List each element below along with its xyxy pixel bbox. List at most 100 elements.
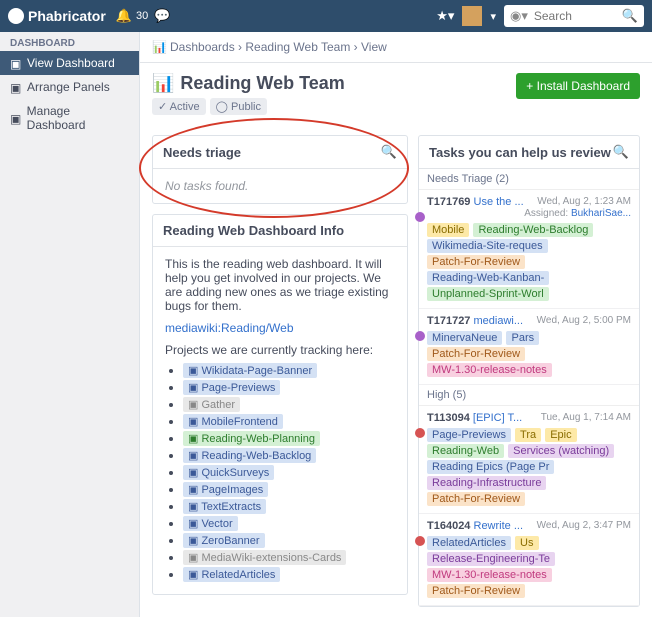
project-tag[interactable]: ▣ Reading-Web-Backlog [183, 448, 316, 463]
project-tag[interactable]: Reading-Web [427, 444, 504, 458]
phabricator-logo-icon [8, 8, 24, 24]
sidebar-item[interactable]: ▣ Arrange Panels [0, 75, 139, 99]
project-tag[interactable]: Page-Previews [427, 428, 511, 442]
search-icon[interactable]: 🔍 [381, 144, 397, 160]
list-item: ▣ Reading-Web-Planning [183, 431, 395, 446]
page-tags: ✓ Active◯ Public [152, 98, 345, 115]
task-id: T164024 [427, 520, 470, 532]
task-id: T171769 [427, 196, 470, 208]
bell-icon[interactable]: 🔔 [116, 8, 132, 24]
breadcrumb-link[interactable]: Dashboards [170, 40, 235, 54]
project-tag[interactable]: Reading-Web-Backlog [473, 223, 593, 237]
section-label: High (5) [419, 385, 639, 406]
dashboard-icon: 📊 [152, 73, 174, 94]
assignee-link[interactable]: BukhariSae... [571, 208, 631, 219]
breadcrumb-link[interactable]: Reading Web Team [245, 40, 350, 54]
project-tag[interactable]: Epic [545, 428, 576, 442]
global-search[interactable]: ◉▾ 🔍 [504, 5, 644, 27]
sidebar-header: DASHBOARD [0, 32, 139, 51]
project-tag[interactable]: Unplanned-Sprint-Worl [427, 287, 549, 301]
task-title-link[interactable]: [EPIC] T... [473, 412, 522, 424]
project-tag[interactable]: ▣ PageImages [183, 482, 268, 497]
task-item[interactable]: T113094 [EPIC] T... Tue, Aug 1, 7:14 AM Pa… [419, 406, 639, 514]
project-tag[interactable]: ▣ RelatedArticles [183, 567, 280, 582]
list-item: ▣ Reading-Web-Backlog [183, 448, 395, 463]
sidebar-item-label: Arrange Panels [27, 80, 110, 94]
project-tag[interactable]: Tra [515, 428, 541, 442]
project-tag[interactable]: ▣ MediaWiki-extensions-Cards [183, 550, 346, 565]
sidebar: DASHBOARD ▣View Dashboard▣Arrange Panels… [0, 32, 140, 617]
list-item: ▣ MobileFrontend [183, 414, 395, 429]
task-id: T113094 [427, 412, 470, 424]
task-item[interactable]: T171727 mediawi...Wed, Aug 2, 5:00 PMMin… [419, 309, 639, 385]
task-item[interactable]: T164024 Rewrite ...Wed, Aug 2, 3:47 PMRe… [419, 514, 639, 606]
brand[interactable]: Phabricator [8, 8, 106, 24]
project-tag[interactable]: Services (watching) [508, 444, 614, 458]
list-item: ▣ PageImages [183, 482, 395, 497]
main: 📊 Dashboards › Reading Web Team › View 📊… [140, 32, 652, 617]
project-tag[interactable]: Mobile [427, 223, 469, 237]
priority-bullet-icon [415, 428, 425, 438]
task-title-link[interactable]: Rewrite ... [474, 520, 524, 532]
project-tag[interactable]: Patch-For-Review [427, 584, 525, 598]
page-title: 📊 Reading Web Team [152, 73, 345, 94]
project-tag[interactable]: Wikimedia-Site-reques [427, 239, 548, 253]
project-tag[interactable]: ▣ Reading-Web-Planning [183, 431, 320, 446]
project-tag[interactable]: MW-1.30-release-notes [427, 363, 552, 377]
sidebar-item[interactable]: ▣Manage Dashboard [0, 99, 139, 137]
sidebar-item-label: Manage Dashboard [27, 104, 129, 132]
list-item: ▣ Vector [183, 516, 395, 531]
project-list: ▣ Wikidata-Page-Banner ▣ Page-Previews ▣ G… [165, 363, 395, 582]
task-title-link[interactable]: mediawi... [474, 315, 524, 327]
project-tag[interactable]: ▣ Vector [183, 516, 238, 531]
project-tag[interactable]: ▣ Gather [183, 397, 240, 412]
project-tag[interactable]: Reading-Infrastructure [427, 476, 546, 490]
project-tag[interactable]: RelatedArticles [427, 536, 511, 550]
page-header: 📊 Reading Web Team ✓ Active◯ Public + In… [140, 63, 652, 125]
task-id: T171727 [427, 315, 470, 327]
task-item[interactable]: T171769 Use the ...Wed, Aug 2, 1:23 AMAs… [419, 190, 639, 309]
install-dashboard-button[interactable]: + Install Dashboard [516, 73, 640, 99]
project-tag[interactable]: Patch-For-Review [427, 492, 525, 506]
list-item: ▣ Wikidata-Page-Banner [183, 363, 395, 378]
project-tag[interactable]: Reading Epics (Page Pr [427, 460, 554, 474]
project-tag[interactable]: MinervaNeue [427, 331, 502, 345]
search-input[interactable] [534, 9, 616, 23]
info-link[interactable]: mediawiki:Reading/Web [165, 321, 294, 335]
nav-icon: ▣ [10, 57, 22, 69]
sidebar-item[interactable]: ▣View Dashboard [0, 51, 139, 75]
project-tag[interactable]: Patch-For-Review [427, 255, 525, 269]
nav-icon: ▣ [10, 81, 22, 93]
breadcrumb-link[interactable]: View [361, 40, 387, 54]
empty-message: No tasks found. [165, 179, 248, 193]
search-icon[interactable]: 🔍 [613, 144, 629, 160]
project-tag[interactable]: ▣ Wikidata-Page-Banner [183, 363, 317, 378]
status-badge: ◯ Public [210, 98, 267, 115]
project-tag[interactable]: ▣ ZeroBanner [183, 533, 265, 548]
project-tag[interactable]: Reading-Web-Kanban- [427, 271, 549, 285]
star-icon[interactable]: ★▾ [436, 8, 454, 24]
list-item: ▣ MediaWiki-extensions-Cards [183, 550, 395, 565]
task-title-link[interactable]: Use the ... [474, 196, 524, 208]
project-tag[interactable]: Patch-For-Review [427, 347, 525, 361]
project-tag[interactable]: Pars [506, 331, 539, 345]
project-tag[interactable]: ▣ Page-Previews [183, 380, 280, 395]
globe-icon: ◉▾ [510, 8, 528, 24]
project-tag[interactable]: ▣ TextExtracts [183, 499, 266, 514]
list-item: ▣ Gather [183, 397, 395, 412]
task-date: Wed, Aug 2, 1:23 AM [537, 196, 631, 207]
avatar[interactable] [462, 6, 482, 26]
project-tag[interactable]: Us [515, 536, 538, 550]
tracking-label: Projects we are currently tracking here: [165, 343, 395, 357]
project-tag[interactable]: ▣ MobileFrontend [183, 414, 283, 429]
project-tag[interactable]: Release-Engineering-Te [427, 552, 555, 566]
panel-title: Needs triage [163, 145, 241, 160]
project-tag[interactable]: MW-1.30-release-notes [427, 568, 552, 582]
project-tag[interactable]: ▣ QuickSurveys [183, 465, 274, 480]
list-item: ▣ Page-Previews [183, 380, 395, 395]
topbar: Phabricator 🔔 30 💬 ★▾ ▾ ◉▾ 🔍 [0, 0, 652, 32]
brand-label: Phabricator [28, 8, 106, 24]
chat-icon[interactable]: 💬 [154, 8, 170, 24]
task-date: Tue, Aug 1, 7:14 AM [541, 412, 631, 423]
search-icon[interactable]: 🔍 [622, 8, 638, 24]
